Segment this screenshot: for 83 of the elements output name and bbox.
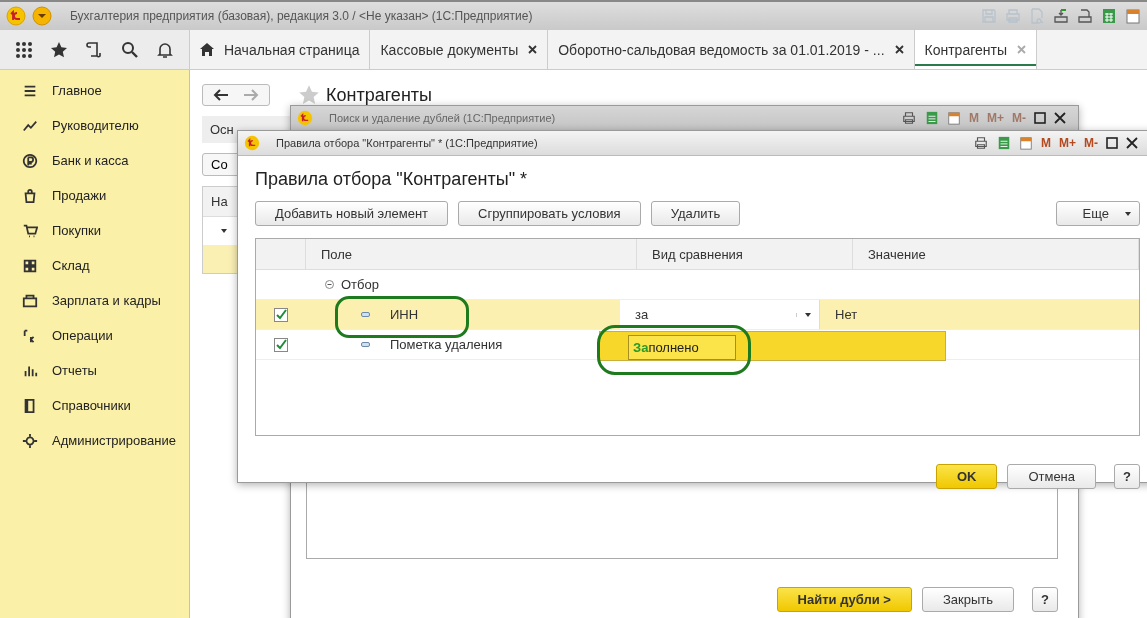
sidebar-item[interactable]: Покупки (0, 213, 189, 248)
star-icon[interactable] (50, 40, 69, 59)
close-icon[interactable] (894, 45, 904, 54)
group-label: Отбор (341, 277, 379, 292)
print-icon[interactable] (973, 136, 989, 150)
column-header: Вид сравнения (637, 239, 853, 269)
section-icon (22, 292, 38, 309)
logo-icon (244, 135, 260, 151)
field-name: Пометка удаления (390, 337, 503, 352)
tab[interactable]: Контрагенты (914, 30, 1037, 69)
menu-icon[interactable] (32, 6, 52, 26)
dialog-button[interactable]: Закрыть (921, 587, 1015, 612)
toolbar-button[interactable]: Сгруппировать условия (458, 201, 641, 226)
memory-button[interactable]: M+ (1059, 136, 1076, 150)
caret-icon[interactable] (221, 229, 227, 233)
back-forward-buttons[interactable] (202, 84, 270, 106)
comparison-field[interactable]: за (620, 300, 820, 329)
sidebar-item[interactable]: Руководителю (0, 108, 189, 143)
dialog-heading: Правила отбора "Контрагенты" * (255, 169, 529, 190)
close-icon[interactable] (1054, 112, 1066, 124)
apps-grid-icon[interactable] (14, 40, 33, 59)
section-icon (22, 152, 38, 169)
tab[interactable]: Оборотно-сальдовая ведомость за 01.01.2019 - ... (548, 30, 915, 69)
field-icon (361, 312, 370, 317)
close-icon[interactable] (1126, 137, 1138, 149)
toolbar-button[interactable]: Добавить новый элемент (255, 201, 449, 226)
memory-button[interactable]: M- (1084, 136, 1098, 150)
section-icon (22, 257, 38, 274)
dialog-button[interactable]: Найти дубли > (776, 587, 912, 612)
section-icon (22, 222, 38, 239)
column-header: Значение (853, 239, 1139, 269)
sidebar-item[interactable]: Отчеты (0, 353, 189, 388)
bell-icon[interactable] (156, 40, 175, 59)
sidebar-item[interactable]: Зарплата и кадры (0, 283, 189, 318)
more-button[interactable]: Еще (1055, 201, 1140, 226)
star-icon[interactable] (298, 84, 320, 106)
column-header: Поле (306, 239, 637, 269)
sidebar-item[interactable]: Склад (0, 248, 189, 283)
field-icon (361, 342, 370, 347)
help-button[interactable]: ? (1114, 464, 1140, 489)
print-icon[interactable] (901, 111, 917, 125)
sidebar-item[interactable]: Главное (0, 73, 189, 108)
window-title: Бухгалтерия предприятия (базовая), редакция 3.0 / <Не указан> (1С:Предприятие) (70, 9, 533, 23)
calculator-icon[interactable] (1101, 8, 1117, 24)
tab[interactable]: Кассовые документы (370, 30, 549, 69)
help-button[interactable]: ? (1032, 587, 1058, 612)
close-icon[interactable] (528, 45, 538, 54)
calculator-icon[interactable] (925, 111, 939, 125)
home-icon (200, 43, 214, 56)
tab[interactable]: Начальная страница (190, 30, 371, 69)
field-name: ИНН (390, 307, 419, 322)
back-icon[interactable] (213, 89, 229, 101)
sidebar-item[interactable]: Банк и касса (0, 143, 189, 178)
sidebar-item[interactable]: Справочники (0, 388, 189, 423)
calendar-icon[interactable] (947, 111, 961, 125)
memory-button[interactable]: M (1041, 136, 1051, 150)
sidebar-item[interactable]: Администрирование (0, 423, 189, 458)
collapse-icon[interactable] (325, 280, 334, 289)
checkbox[interactable] (273, 307, 288, 322)
dropdown-icon[interactable] (796, 312, 811, 317)
logo-icon (297, 110, 313, 126)
calendar-icon[interactable] (1125, 8, 1141, 24)
maximize-icon[interactable] (1034, 112, 1046, 124)
search-icon[interactable] (120, 40, 139, 59)
toolbar-button[interactable]: Удалить (650, 201, 741, 226)
form-title: Контрагенты (326, 84, 432, 106)
dialog-title: Правила отбора "Контрагенты" * (1С:Предприятие) (276, 137, 538, 149)
calendar-icon[interactable] (1019, 136, 1033, 150)
dialog-button[interactable]: OK (935, 464, 998, 489)
section-icon (22, 432, 38, 449)
sidebar-item[interactable]: Продажи (0, 178, 189, 213)
caret-icon (1125, 211, 1131, 216)
sidebar-item[interactable]: Операции (0, 318, 189, 353)
logo-icon (6, 6, 26, 26)
checkbox[interactable] (273, 337, 288, 352)
section-icon (22, 187, 38, 204)
table-cell: Нет (835, 307, 858, 322)
calculator-icon[interactable] (997, 136, 1011, 150)
maximize-icon[interactable] (1106, 137, 1118, 149)
dialog-button[interactable]: Отмена (1007, 464, 1097, 489)
dropdown-option[interactable]: Заполнено (628, 335, 736, 360)
table-row[interactable]: ИНН за Нет (256, 300, 1139, 330)
dialog-title: Поиск и удаление дублей (1С:Предприятие) (329, 112, 556, 124)
